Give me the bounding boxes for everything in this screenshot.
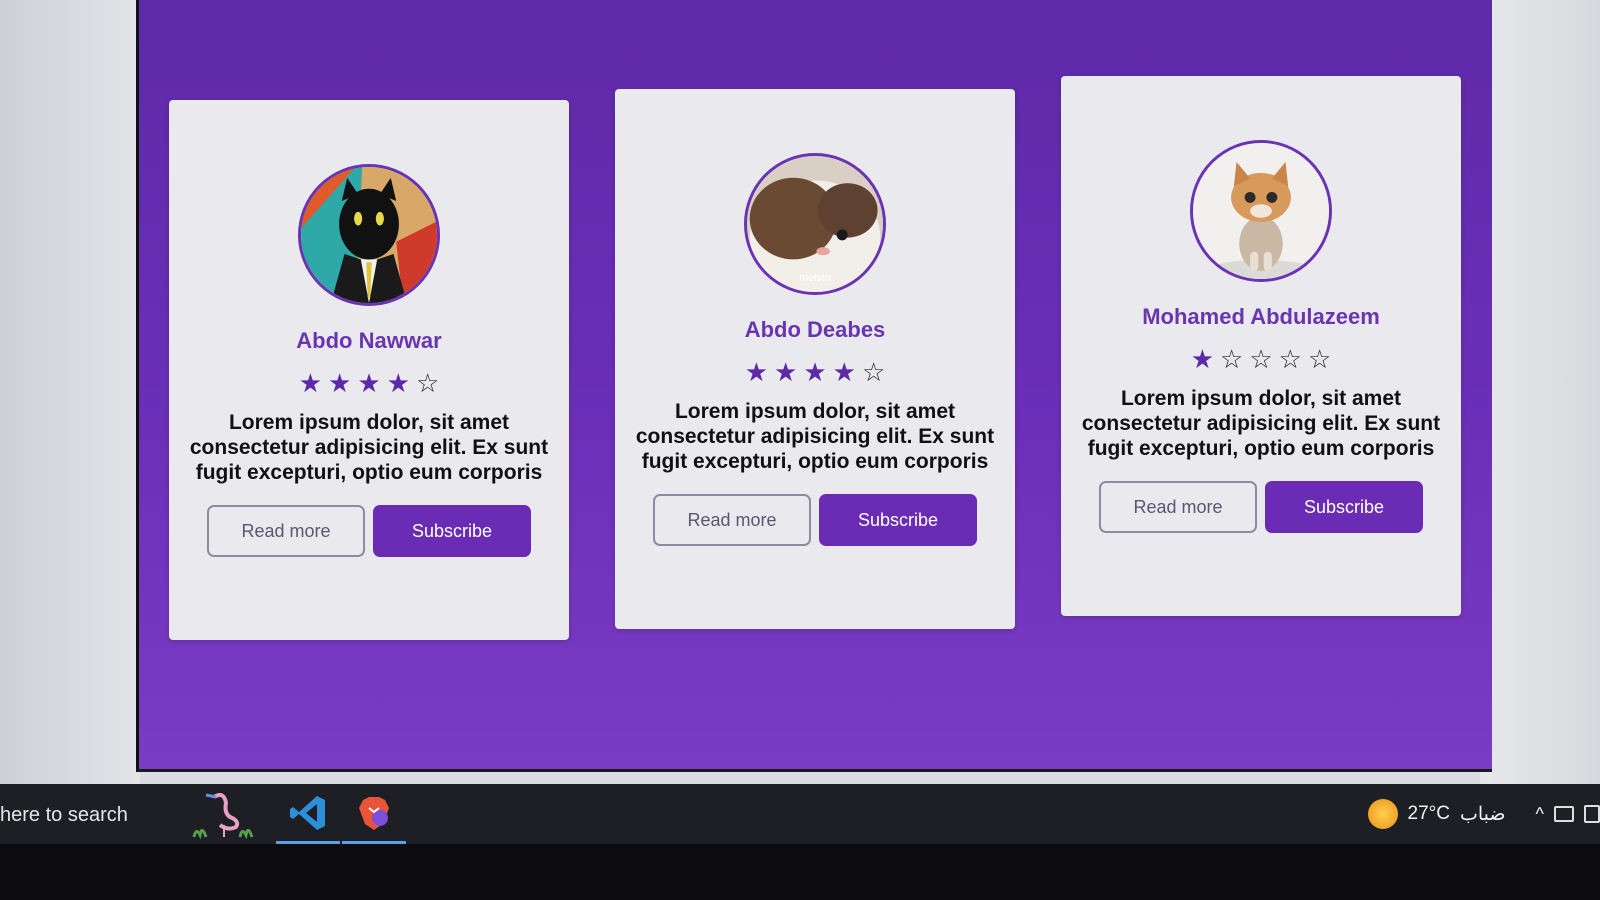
subscribe-button[interactable]: Subscribe — [373, 505, 531, 557]
taskbar-app-vscode[interactable] — [276, 784, 340, 844]
star-filled-icon: ★ — [744, 357, 769, 387]
card-actions: Read more Subscribe — [207, 505, 531, 557]
taskbar-search-box[interactable]: here to search — [0, 804, 128, 827]
screen-left-edge — [0, 0, 140, 790]
network-icon[interactable] — [1584, 805, 1600, 823]
star-rating: ★ ★ ★ ★ ☆ — [745, 359, 886, 385]
star-filled-icon: ★ — [774, 357, 798, 387]
star-filled-icon: ★ — [386, 368, 410, 398]
weather-condition[interactable]: ضباب — [1460, 803, 1506, 826]
star-filled-icon: ★ — [803, 357, 827, 387]
subscribe-button[interactable]: Subscribe — [819, 494, 977, 546]
taskbar: here to search 27°C ضباب ^ — [0, 784, 1600, 844]
star-filled-icon: ★ — [1190, 344, 1215, 374]
avatar-caption: melvin — [799, 272, 830, 284]
page-viewport: Abdo Nawwar ★ ★ ★ ★ ☆ Lorem ipsum dolor,… — [136, 0, 1492, 772]
star-empty-icon: ☆ — [1249, 344, 1273, 374]
profile-name: Abdo Deabes — [744, 317, 886, 342]
brave-icon — [359, 796, 389, 830]
star-empty-icon: ☆ — [1220, 344, 1244, 374]
kitten-avatar-image — [1193, 143, 1329, 279]
monitor-bezel — [0, 844, 1600, 900]
screen-right-edge — [1480, 0, 1600, 790]
star-filled-icon: ★ — [328, 368, 352, 398]
weather-sun-icon[interactable] — [1367, 799, 1398, 829]
black-cat-avatar-image — [301, 167, 437, 303]
star-rating: ★ ☆ ☆ ☆ ☆ — [1191, 346, 1332, 372]
profile-description: Lorem ipsum dolor, sit amet consectetur … — [635, 400, 995, 473]
read-more-button[interactable]: Read more — [207, 505, 365, 557]
subscribe-button[interactable]: Subscribe — [1265, 481, 1423, 533]
avatar — [298, 164, 440, 306]
star-empty-icon: ☆ — [1307, 344, 1332, 374]
profile-card: Abdo Nawwar ★ ★ ★ ★ ☆ Lorem ipsum dolor,… — [169, 100, 569, 640]
star-filled-icon: ★ — [298, 368, 323, 398]
read-more-button[interactable]: Read more — [653, 494, 811, 546]
star-rating: ★ ★ ★ ★ ☆ — [299, 370, 440, 396]
card-actions: Read more Subscribe — [653, 494, 977, 546]
star-filled-icon: ★ — [832, 357, 856, 387]
profile-card: melvin Abdo Deabes ★ ★ ★ ★ ☆ Lorem ipsum… — [615, 89, 1015, 629]
profile-card: Mohamed Abdulazeem ★ ☆ ☆ ☆ ☆ Lorem ipsum… — [1061, 76, 1461, 616]
avatar — [1190, 140, 1332, 282]
profile-description: Lorem ipsum dolor, sit amet consectetur … — [1081, 387, 1441, 460]
star-empty-icon: ☆ — [415, 368, 440, 398]
brown-cat-avatar-image: melvin — [747, 156, 883, 292]
taskbar-app-flamingo[interactable] — [178, 784, 262, 844]
star-empty-icon: ☆ — [1278, 344, 1302, 374]
card-actions: Read more Subscribe — [1099, 481, 1423, 533]
avatar: melvin — [744, 153, 886, 295]
profile-description: Lorem ipsum dolor, sit amet consectetur … — [189, 411, 549, 484]
flamingo-icon — [192, 793, 254, 839]
star-filled-icon: ★ — [357, 368, 381, 398]
read-more-button[interactable]: Read more — [1099, 481, 1257, 533]
profile-name: Mohamed Abdulazeem — [1142, 304, 1380, 329]
battery-icon[interactable] — [1554, 806, 1574, 822]
weather-temperature[interactable]: 27°C — [1408, 803, 1450, 825]
profile-name: Abdo Nawwar — [296, 328, 442, 353]
system-tray: 27°C ضباب ^ — [1367, 798, 1600, 830]
taskbar-app-brave[interactable] — [342, 784, 406, 844]
chevron-up-icon[interactable]: ^ — [1536, 804, 1544, 825]
star-empty-icon: ☆ — [861, 357, 886, 387]
vscode-icon — [290, 795, 325, 830]
